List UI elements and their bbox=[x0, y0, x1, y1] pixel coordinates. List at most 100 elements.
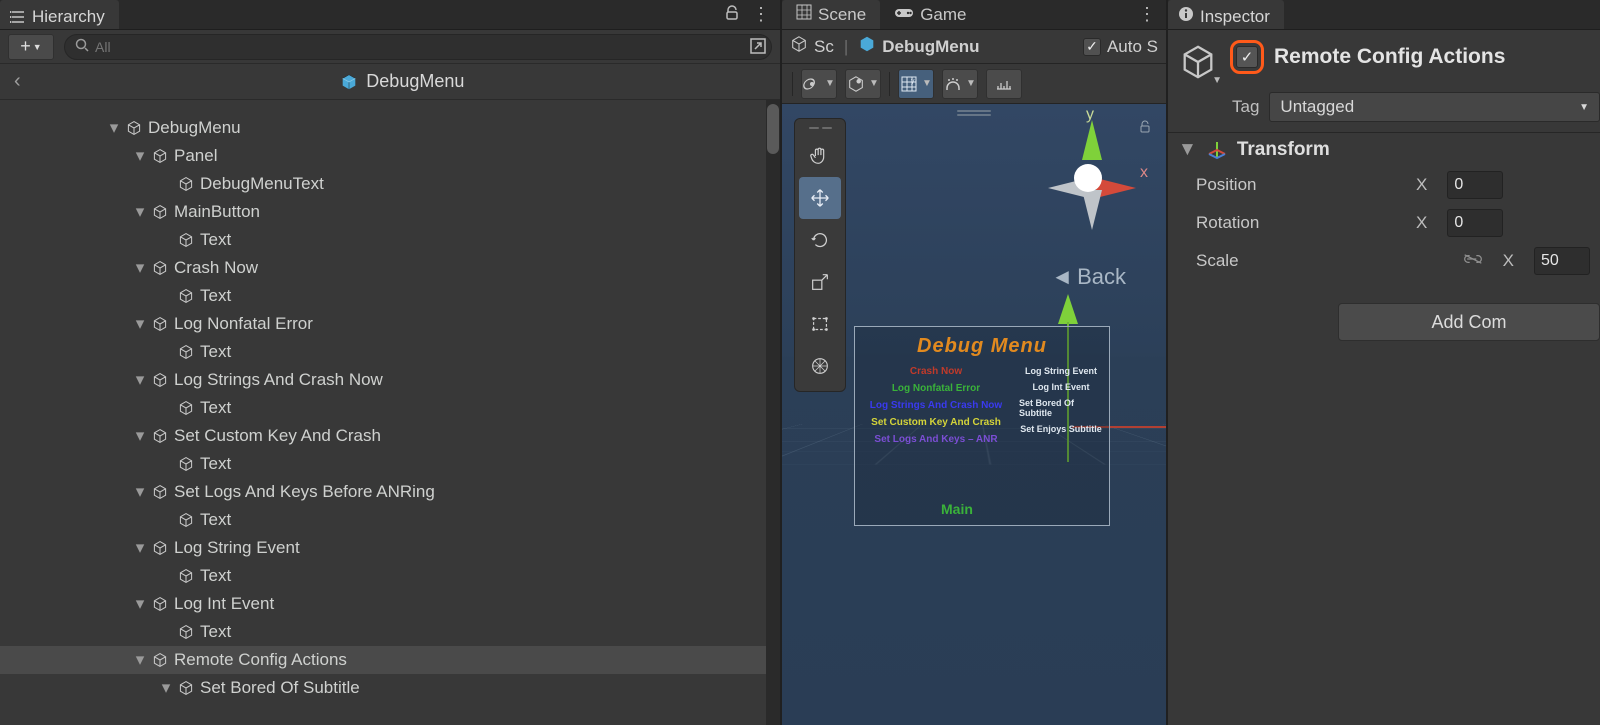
orientation-gizmo[interactable]: y x bbox=[1028, 112, 1148, 242]
breadcrumb-title[interactable]: DebugMenu bbox=[35, 71, 770, 92]
scene-tab[interactable]: Scene bbox=[782, 0, 880, 29]
draw-mode-button[interactable]: ▼ bbox=[801, 69, 837, 99]
dm-log-strings-crash[interactable]: Log Strings And Crash Now bbox=[870, 400, 1002, 411]
tree-row[interactable]: ▾MainButton bbox=[0, 198, 780, 226]
foldout-icon[interactable]: ▾ bbox=[134, 538, 146, 558]
tree-row[interactable]: DebugMenuText bbox=[0, 170, 780, 198]
snap-button[interactable]: ▼ bbox=[942, 69, 978, 99]
scene-crumb-root[interactable]: Sc bbox=[790, 35, 834, 58]
gizmo-x-axis[interactable] bbox=[1096, 178, 1136, 198]
foldout-icon[interactable]: ▾ bbox=[108, 118, 120, 138]
foldout-icon[interactable]: ▾ bbox=[134, 482, 146, 502]
enable-checkbox[interactable]: ✓ bbox=[1236, 46, 1258, 68]
dm-set-custom-key[interactable]: Set Custom Key And Crash bbox=[871, 417, 1001, 428]
tree-row[interactable]: ▾DebugMenu bbox=[0, 114, 780, 142]
foldout-icon[interactable]: ▾ bbox=[160, 678, 172, 698]
foldout-icon[interactable]: ▾ bbox=[134, 258, 146, 278]
transform-tool[interactable] bbox=[799, 345, 841, 387]
tag-label: Tag bbox=[1232, 97, 1259, 117]
back-icon[interactable]: ‹ bbox=[10, 70, 25, 93]
auto-save-toggle[interactable]: ✓ Auto S bbox=[1083, 37, 1158, 57]
inspector-tab[interactable]: Inspector bbox=[1168, 0, 1284, 29]
dm-log-int-event[interactable]: Log Int Event bbox=[1033, 382, 1090, 392]
rotate-tool[interactable] bbox=[799, 219, 841, 261]
gizmo-lock-icon[interactable] bbox=[1138, 120, 1152, 137]
dm-set-bored[interactable]: Set Bored Of Subtitle bbox=[1019, 398, 1103, 418]
position-x-field[interactable] bbox=[1447, 171, 1503, 199]
kebab-icon[interactable]: ⋮ bbox=[1138, 4, 1156, 25]
tree-row[interactable]: Text bbox=[0, 562, 780, 590]
tree-row[interactable]: ▾Log Strings And Crash Now bbox=[0, 366, 780, 394]
search-input[interactable] bbox=[95, 39, 761, 55]
palette-grip[interactable] bbox=[799, 123, 841, 135]
position-label: Position bbox=[1196, 175, 1396, 195]
dm-log-string-event[interactable]: Log String Event bbox=[1025, 366, 1097, 376]
game-tab-label: Game bbox=[920, 5, 966, 25]
gizmo-center[interactable] bbox=[1074, 164, 1102, 192]
hierarchy-search[interactable] bbox=[64, 34, 772, 60]
hierarchy-tab[interactable]: Hierarchy bbox=[0, 0, 119, 29]
dm-main-button[interactable]: Main bbox=[941, 501, 973, 517]
axis-x-label: X bbox=[1416, 213, 1427, 233]
foldout-icon[interactable]: ▾ bbox=[134, 202, 146, 222]
dm-crash-now[interactable]: Crash Now bbox=[910, 366, 962, 377]
increment-snap-button[interactable] bbox=[986, 69, 1022, 99]
scroll-thumb[interactable] bbox=[767, 104, 779, 154]
lock-icon[interactable] bbox=[724, 5, 740, 25]
tree-row[interactable]: ▾Set Bored Of Subtitle bbox=[0, 674, 780, 702]
foldout-icon[interactable]: ▾ bbox=[134, 370, 146, 390]
scene-crumb-obj[interactable]: DebugMenu bbox=[858, 35, 979, 58]
scene-viewport[interactable]: y x ◄ Back Debug Menu bbox=[782, 104, 1166, 725]
gizmo-negy-axis[interactable] bbox=[1082, 190, 1102, 230]
foldout-icon[interactable]: ▾ bbox=[134, 314, 146, 334]
create-button[interactable]: + ▼ bbox=[8, 34, 54, 60]
object-name[interactable]: Remote Config Actions bbox=[1274, 45, 1505, 69]
add-component-button[interactable]: Add Com bbox=[1338, 303, 1600, 341]
tree-row[interactable]: ▾Crash Now bbox=[0, 254, 780, 282]
gameobject-icon[interactable]: ▼ bbox=[1176, 40, 1220, 84]
hierarchy-tree[interactable]: ▾DebugMenu▾PanelDebugMenuText▾MainButton… bbox=[0, 100, 780, 725]
tree-row[interactable]: ▾Panel bbox=[0, 142, 780, 170]
viewport-grip[interactable] bbox=[957, 110, 991, 116]
tree-row[interactable]: Text bbox=[0, 450, 780, 478]
tree-row[interactable]: Text bbox=[0, 506, 780, 534]
maximize-icon[interactable] bbox=[749, 37, 767, 59]
foldout-icon[interactable]: ▾ bbox=[134, 594, 146, 614]
hand-tool[interactable] bbox=[799, 135, 841, 177]
tree-row[interactable]: Text bbox=[0, 338, 780, 366]
move-handle-y[interactable] bbox=[1058, 294, 1078, 324]
tree-row[interactable]: ▾Remote Config Actions bbox=[0, 646, 780, 674]
tree-row[interactable]: ▾Set Logs And Keys Before ANRing bbox=[0, 478, 780, 506]
foldout-icon[interactable]: ▼ bbox=[1178, 139, 1197, 161]
link-icon[interactable] bbox=[1463, 252, 1483, 270]
scale-tool[interactable] bbox=[799, 261, 841, 303]
tag-dropdown[interactable]: Untagged ▼ bbox=[1269, 92, 1600, 122]
debug-menu-canvas[interactable]: Debug Menu Crash Now Log Nonfatal Error … bbox=[854, 326, 1110, 526]
tree-row[interactable]: ▾Log Nonfatal Error bbox=[0, 310, 780, 338]
dm-set-logs-keys[interactable]: Set Logs And Keys – ANR bbox=[874, 434, 997, 445]
tree-row[interactable]: Text bbox=[0, 394, 780, 422]
tree-row[interactable]: ▾Log String Event bbox=[0, 534, 780, 562]
dm-log-nonfatal[interactable]: Log Nonfatal Error bbox=[892, 383, 980, 394]
grid-button[interactable]: y ▼ bbox=[898, 69, 934, 99]
transform-header[interactable]: ▼ Transform bbox=[1168, 133, 1600, 167]
foldout-icon[interactable]: ▾ bbox=[134, 650, 146, 670]
gizmo-y-axis[interactable] bbox=[1082, 120, 1102, 160]
tree-row[interactable]: ▾Set Custom Key And Crash bbox=[0, 422, 780, 450]
tree-row[interactable]: Text bbox=[0, 618, 780, 646]
rotation-x-field[interactable] bbox=[1447, 209, 1503, 237]
hierarchy-breadcrumb: ‹ DebugMenu bbox=[0, 64, 780, 100]
tree-row[interactable]: ▾Log Int Event bbox=[0, 590, 780, 618]
kebab-icon[interactable]: ⋮ bbox=[752, 4, 770, 25]
shading-button[interactable]: ▼ bbox=[845, 69, 881, 99]
scrollbar[interactable] bbox=[766, 100, 780, 725]
tree-row[interactable]: Text bbox=[0, 226, 780, 254]
scale-x-field[interactable] bbox=[1534, 247, 1590, 275]
rect-tool[interactable] bbox=[799, 303, 841, 345]
game-tab[interactable]: Game bbox=[880, 0, 980, 29]
move-tool[interactable] bbox=[799, 177, 841, 219]
foldout-icon[interactable]: ▾ bbox=[134, 146, 146, 166]
dm-set-enjoys[interactable]: Set Enjoys Subtitle bbox=[1020, 424, 1102, 434]
tree-row[interactable]: Text bbox=[0, 282, 780, 310]
foldout-icon[interactable]: ▾ bbox=[134, 426, 146, 446]
